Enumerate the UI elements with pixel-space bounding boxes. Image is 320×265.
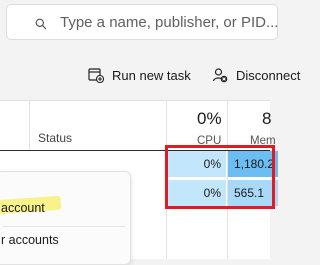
search-icon <box>35 18 47 30</box>
run-new-task-label: Run new task <box>112 67 191 83</box>
column-separator[interactable] <box>29 101 30 151</box>
memory-cell: 565.1 <box>228 180 278 206</box>
cpu-cell: 0% <box>167 180 226 206</box>
menu-item-accounts[interactable]: r accounts <box>0 226 130 256</box>
disconnect-user-icon <box>212 68 228 83</box>
run-new-task-icon <box>88 68 104 83</box>
memory-cell: 1,180.2 <box>228 151 278 177</box>
memory-column-header[interactable]: Mem <box>250 135 276 147</box>
context-menu: account r accounts <box>0 171 131 265</box>
cpu-total-percent[interactable]: 0% <box>197 109 222 129</box>
disconnect-button[interactable]: Disconnect <box>212 60 300 90</box>
status-column-header[interactable]: Status <box>38 131 72 145</box>
run-new-task-button[interactable]: Run new task <box>88 60 191 90</box>
toolbar: Run new task Disconnect <box>0 60 300 90</box>
search-placeholder: Type a name, publisher, or PID... <box>60 14 279 31</box>
memory-total-percent[interactable]: 8 <box>262 109 271 129</box>
header-top-divider <box>0 100 270 101</box>
menu-item-label: r accounts <box>1 233 59 247</box>
disconnect-label: Disconnect <box>236 67 301 83</box>
menu-item-label: account <box>1 201 45 215</box>
cpu-column-header[interactable]: CPU <box>197 135 221 147</box>
menu-item-account[interactable]: account <box>0 194 130 224</box>
cpu-cell: 0% <box>167 151 226 177</box>
search-box[interactable]: Type a name, publisher, or PID... <box>6 4 278 40</box>
